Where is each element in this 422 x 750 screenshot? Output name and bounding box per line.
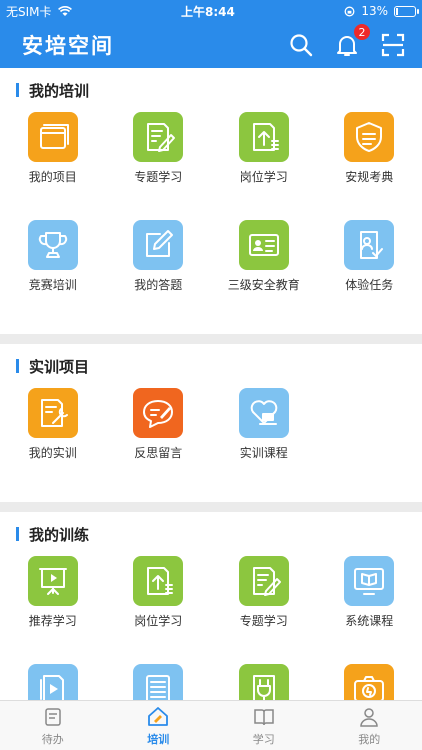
tab-label: 培训 [147, 732, 170, 746]
tile-trophy[interactable]: 竞赛培训 [0, 220, 106, 328]
message-pen-icon [133, 388, 184, 438]
section-title: 我的培训 [29, 81, 90, 100]
wrench-document-icon [27, 388, 78, 438]
tab-user[interactable]: 我的 [317, 701, 422, 750]
app-header: 安培空间 2 [0, 22, 422, 68]
tab-label: 学习 [252, 732, 275, 746]
section-header: 我的培训 [0, 68, 422, 112]
tile-grid: 我的实训 反思留言 实训课程 [0, 388, 422, 496]
tile-camera[interactable]: 隐患随手拍 [317, 664, 422, 700]
bottom-tab-bar: 待办 培训 学习 我的 [0, 700, 422, 750]
tile-presentation-play[interactable]: 推荐学习 [0, 556, 106, 664]
tile-checklist[interactable]: 每日一练 [106, 664, 212, 700]
training-home-icon [148, 706, 169, 726]
tile-label: 我的项目 [28, 170, 77, 184]
tile-label: 反思留言 [134, 446, 183, 460]
tile-label: 专题学习 [134, 170, 183, 184]
section-separator [0, 334, 422, 344]
edit-document-icon [133, 112, 184, 162]
battery-icon [393, 5, 419, 17]
todo-icon [45, 707, 61, 726]
scan-icon [381, 33, 405, 57]
tile-id-card[interactable]: 三级安全教育 [211, 220, 317, 328]
tile-label: 实训课程 [239, 446, 288, 460]
tile-label: 推荐学习 [28, 614, 77, 628]
id-card-icon [238, 220, 289, 270]
upload-document-icon [238, 112, 289, 162]
user-icon [360, 707, 379, 727]
tile-edit-document[interactable]: 专题学习 [106, 112, 212, 220]
tile-task-user[interactable]: 体验任务 [317, 220, 422, 328]
tile-label: 竞赛培训 [28, 278, 77, 292]
upload-document-icon [133, 556, 184, 606]
tile-pencil-square[interactable]: 我的答题 [106, 220, 212, 328]
tile-grid: 我的项目 专题学习 岗位学习 安规考典 竞赛培训 我的答题 三级安全教育 体验任… [0, 112, 422, 328]
section-accent-bar [16, 83, 19, 97]
tile-shield-book[interactable]: 安规考典 [317, 112, 422, 220]
tile-edit-document[interactable]: 专题学习 [211, 556, 317, 664]
tile-grid: 推荐学习 岗位学习 专题学习 系统课程 自制课程 每日一练 体验专题 隐患随手拍 [0, 556, 422, 700]
shield-book-icon [344, 112, 395, 162]
search-icon [290, 34, 313, 57]
notification-button[interactable]: 2 [332, 24, 370, 60]
section-accent-bar [16, 527, 19, 541]
checklist-icon [133, 664, 184, 700]
status-bar: 无SIM卡 上午8:44 13% [0, 0, 422, 22]
section-3: 我的训练 推荐学习 岗位学习 专题学习 系统课程 自制课程 每日一练 体验专题 … [0, 512, 422, 700]
notification-badge: 2 [354, 24, 370, 40]
section-title: 实训项目 [29, 357, 90, 376]
tile-folder-stack[interactable]: 我的项目 [0, 112, 106, 220]
section-1: 我的培训 我的项目 专题学习 岗位学习 安规考典 竞赛培训 我的答题 三级安全教… [0, 68, 422, 334]
tab-label: 我的 [358, 732, 381, 746]
section-header: 实训项目 [0, 344, 422, 388]
edit-document-icon [238, 556, 289, 606]
pencil-square-icon [133, 220, 184, 270]
time-label: 上午8:44 [180, 4, 235, 19]
tile-heart-laptop[interactable]: 实训课程 [211, 388, 317, 496]
tile-message-pen[interactable]: 反思留言 [106, 388, 212, 496]
tile-label: 系统课程 [345, 614, 394, 628]
section-title: 我的训练 [29, 525, 90, 544]
app-title: 安培空间 [22, 34, 114, 58]
tile-video-file[interactable]: 自制课程 [0, 664, 106, 700]
heart-laptop-icon [238, 388, 289, 438]
search-button[interactable] [286, 30, 316, 60]
camera-icon [344, 664, 395, 700]
wifi-icon [57, 5, 72, 16]
main-content[interactable]: 我的培训 我的项目 专题学习 岗位学习 安规考典 竞赛培训 我的答题 三级安全教… [0, 68, 422, 700]
tab-training-home[interactable]: 培训 [106, 701, 212, 750]
presentation-play-icon [27, 556, 78, 606]
battery-percent: 13% [361, 4, 388, 18]
tile-label: 岗位学习 [239, 170, 288, 184]
task-user-icon [344, 220, 395, 270]
book-icon [254, 708, 274, 725]
section-accent-bar [16, 359, 19, 373]
tile-label: 安规考典 [345, 170, 394, 184]
tile-plug-document[interactable]: 体验专题 [211, 664, 317, 700]
tile-wrench-document[interactable]: 我的实训 [0, 388, 106, 496]
carrier-label: 无SIM卡 [6, 4, 52, 19]
section-2: 实训项目 我的实训 反思留言 实训课程 [0, 344, 422, 502]
tile-upload-document[interactable]: 岗位学习 [211, 112, 317, 220]
tab-book[interactable]: 学习 [211, 701, 317, 750]
rotation-lock-icon [344, 6, 355, 16]
tile-monitor-book[interactable]: 系统课程 [317, 556, 422, 664]
tab-todo[interactable]: 待办 [0, 701, 106, 750]
scan-button[interactable] [378, 30, 408, 60]
tile-label: 我的答题 [134, 278, 183, 292]
section-separator [0, 502, 422, 512]
plug-document-icon [238, 664, 289, 700]
tile-upload-document[interactable]: 岗位学习 [106, 556, 212, 664]
tile-label: 三级安全教育 [227, 278, 300, 292]
section-header: 我的训练 [0, 512, 422, 556]
tab-label: 待办 [41, 732, 64, 746]
video-file-icon [27, 664, 78, 700]
tile-label: 我的实训 [28, 446, 77, 460]
trophy-icon [27, 220, 78, 270]
tile-label: 岗位学习 [134, 614, 183, 628]
tile-label: 体验任务 [345, 278, 394, 292]
folder-stack-icon [27, 112, 78, 162]
tile-label: 专题学习 [239, 614, 288, 628]
monitor-book-icon [344, 556, 395, 606]
